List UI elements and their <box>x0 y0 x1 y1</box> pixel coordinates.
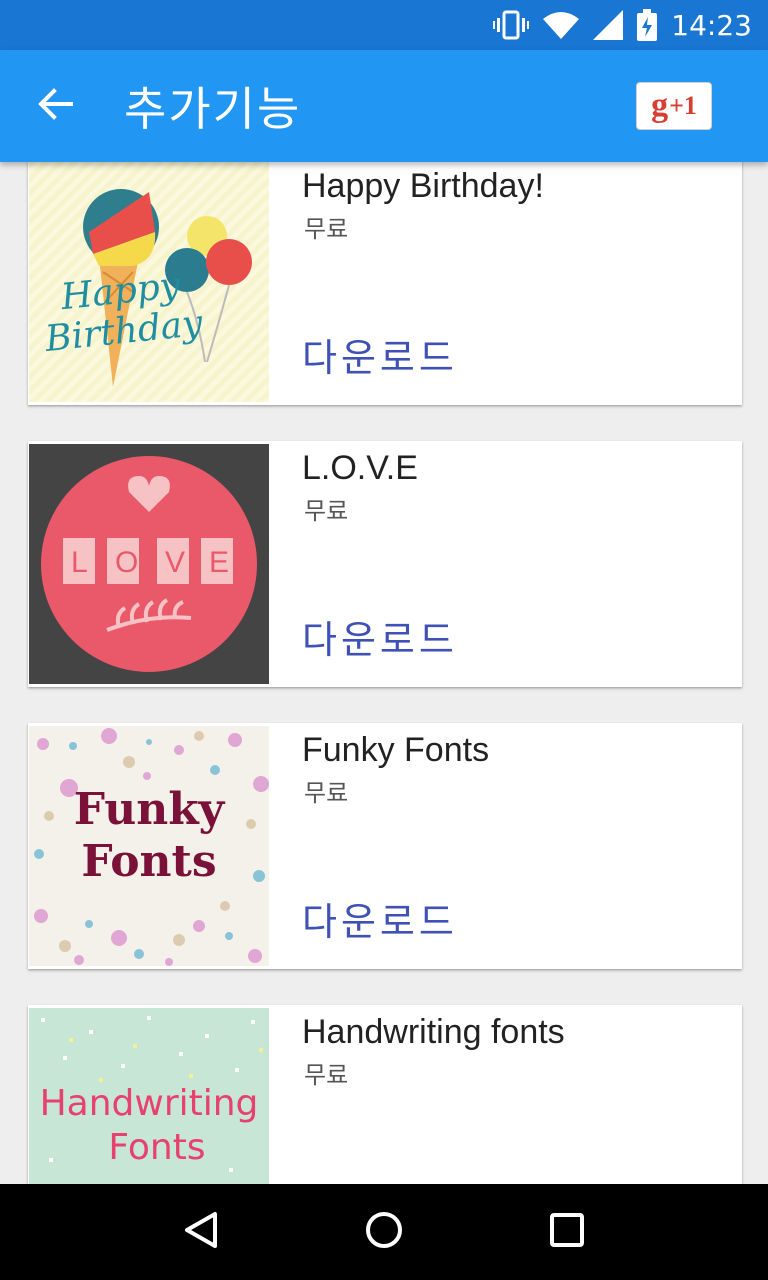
app-bar: 추가기능 g +1 <box>0 50 768 162</box>
item-thumbnail: Handwriting Fonts <box>29 1008 269 1184</box>
screen: 14:23 추가기능 g +1 Happy Birthday Happy Bir… <box>0 0 768 1280</box>
item-name: Happy Birthday! <box>302 167 544 205</box>
gplus-g-label: g <box>651 87 669 124</box>
thumb-text-line-1: Handwriting <box>39 1083 259 1124</box>
item-name: Handwriting fonts <box>302 1013 565 1051</box>
thumb-text-line-1: Funky <box>73 784 225 835</box>
addon-list[interactable]: Happy Birthday Happy Birthday! 무료 다운로드 L… <box>0 162 768 1184</box>
item-info: L.O.V.E 무료 다운로드 <box>302 441 742 687</box>
download-button[interactable]: 다운로드 <box>302 609 458 664</box>
item-info: Funky Fonts 무료 다운로드 <box>302 723 742 969</box>
vibrate-icon <box>493 10 530 40</box>
list-item[interactable]: Funky Fonts Funky Fonts 무료 다운로드 <box>28 723 742 969</box>
clock-time: 14:23 <box>671 8 752 42</box>
arrow-back-icon <box>37 87 73 125</box>
download-button[interactable]: 다운로드 <box>302 891 458 946</box>
item-price: 무료 <box>304 779 349 807</box>
nav-recents-button[interactable] <box>537 1202 597 1262</box>
item-thumbnail: Funky Fonts <box>29 726 269 966</box>
thumb-letter-l: L <box>71 546 88 579</box>
list-item[interactable]: L O V E L.O.V.E 무료 다운로드 <box>28 441 742 687</box>
list-item[interactable]: Handwriting Fonts Handwriting fonts 무료 <box>28 1005 742 1184</box>
item-info: Happy Birthday! 무료 다운로드 <box>302 162 742 405</box>
item-name: L.O.V.E <box>302 449 418 487</box>
wifi-icon <box>543 11 580 39</box>
thumb-letter-e: E <box>209 546 230 579</box>
item-info: Handwriting fonts 무료 <box>302 1005 742 1184</box>
back-button[interactable] <box>0 50 110 162</box>
system-nav-bar <box>0 1184 768 1280</box>
item-price: 무료 <box>304 497 349 525</box>
item-thumbnail: Happy Birthday <box>29 162 269 402</box>
page-title: 추가기능 <box>124 82 302 136</box>
nav-back-button[interactable] <box>171 1202 231 1262</box>
signal-icon <box>593 10 624 40</box>
thumb-text-line-2: Fonts <box>81 836 217 887</box>
thumb-text-line-2: Fonts <box>108 1127 206 1168</box>
nav-home-button[interactable] <box>354 1202 414 1262</box>
item-price: 무료 <box>304 215 349 243</box>
item-price: 무료 <box>304 1061 349 1089</box>
back-triangle-icon <box>181 1210 221 1255</box>
item-name: Funky Fonts <box>302 731 490 769</box>
home-circle-icon <box>364 1210 404 1255</box>
download-button[interactable]: 다운로드 <box>302 327 458 382</box>
thumb-letter-o: O <box>115 546 139 579</box>
battery-charging-icon <box>637 9 658 41</box>
status-bar: 14:23 <box>0 0 768 50</box>
google-plus-one-button[interactable]: g +1 <box>636 82 712 130</box>
list-item[interactable]: Happy Birthday Happy Birthday! 무료 다운로드 <box>28 162 742 405</box>
recents-square-icon <box>549 1212 585 1253</box>
item-thumbnail: L O V E <box>29 444 269 684</box>
gplus-plus-one-label: +1 <box>669 91 697 120</box>
thumb-letter-v: V <box>165 546 186 579</box>
